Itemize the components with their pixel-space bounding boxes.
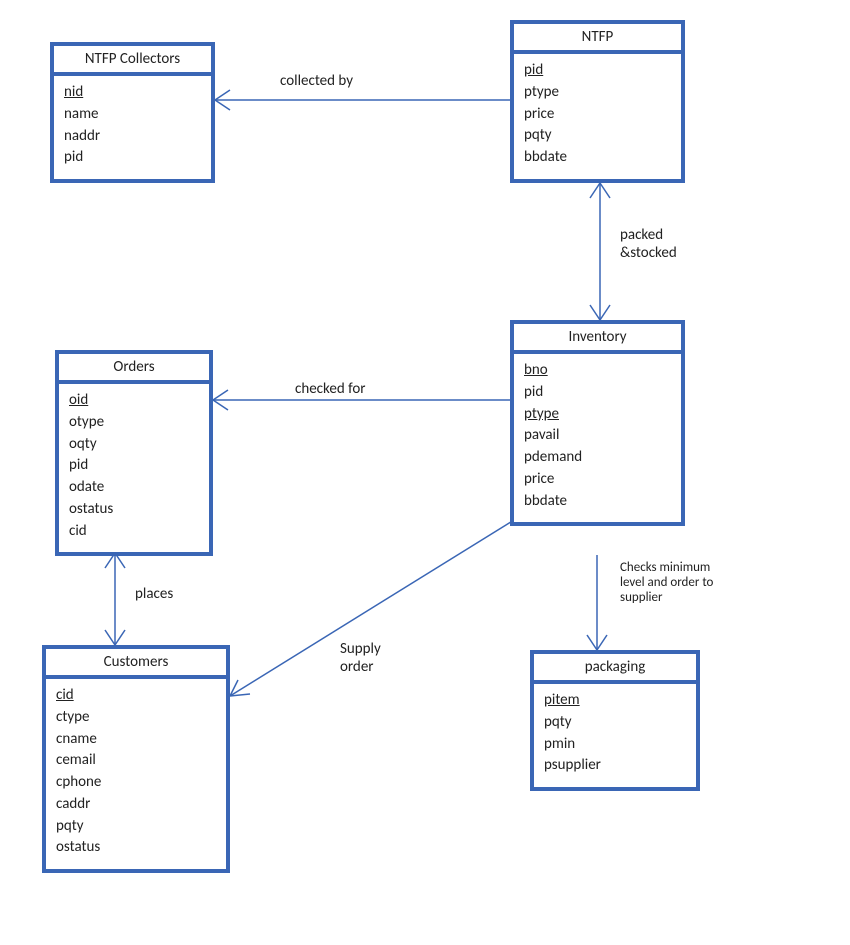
rel-checks-min: Checks minimum level and order to suppli… <box>620 560 713 605</box>
attr: caddr <box>56 794 216 816</box>
attr: naddr <box>64 126 201 148</box>
attr: odate <box>69 477 199 499</box>
entity-packaging: packaging pitem pqty pmin psupplier <box>530 650 700 791</box>
attr: price <box>524 104 671 126</box>
entity-ntfp-collectors: NTFP Collectors nid name naddr pid <box>50 42 215 183</box>
rel-supply-order: Supply order <box>340 640 381 676</box>
rel-places: places <box>135 585 173 603</box>
attr: ostatus <box>56 837 216 859</box>
er-diagram-canvas: collected by packed &stocked checked for… <box>0 0 850 945</box>
attr: pid <box>69 455 199 477</box>
entity-attrs: pitem pqty pmin psupplier <box>534 684 696 787</box>
entity-title: Inventory <box>514 324 681 354</box>
attr: bbdate <box>524 491 671 513</box>
entity-title: Customers <box>46 649 226 679</box>
attr: oqty <box>69 434 199 456</box>
entity-customers: Customers cid ctype cname cemail cphone … <box>42 645 230 873</box>
attr: pqty <box>56 816 216 838</box>
entity-title: NTFP <box>514 24 681 54</box>
rel-checked-for: checked for <box>295 380 366 398</box>
attr: pid <box>524 382 671 404</box>
entity-attrs: nid name naddr pid <box>54 76 211 179</box>
entity-attrs: bno pid ptype pavail pdemand price bbdat… <box>514 354 681 522</box>
attr: cphone <box>56 772 216 794</box>
entity-title: NTFP Collectors <box>54 46 211 76</box>
attr: bbdate <box>524 147 671 169</box>
attr: pqty <box>524 125 671 147</box>
attr: ptype <box>524 404 671 426</box>
entity-attrs: pid ptype price pqty bbdate <box>514 54 681 179</box>
attr: name <box>64 104 201 126</box>
attr: cid <box>56 685 216 707</box>
attr: pid <box>524 60 671 82</box>
attr: pdemand <box>524 447 671 469</box>
attr: oid <box>69 390 199 412</box>
entity-inventory: Inventory bno pid ptype pavail pdemand p… <box>510 320 685 526</box>
entity-title: packaging <box>534 654 696 684</box>
attr: pmin <box>544 734 686 756</box>
rel-packed-stocked: packed &stocked <box>620 226 677 262</box>
attr: price <box>524 469 671 491</box>
attr: pitem <box>544 690 686 712</box>
attr: cname <box>56 729 216 751</box>
attr: cid <box>69 521 199 543</box>
attr: ctype <box>56 707 216 729</box>
attr: ptype <box>524 82 671 104</box>
entity-orders: Orders oid otype oqty pid odate ostatus … <box>55 350 213 556</box>
attr: psupplier <box>544 755 686 777</box>
attr: nid <box>64 82 201 104</box>
attr: ostatus <box>69 499 199 521</box>
entity-attrs: cid ctype cname cemail cphone caddr pqty… <box>46 679 226 869</box>
attr: cemail <box>56 750 216 772</box>
attr: pqty <box>544 712 686 734</box>
rel-collected-by: collected by <box>280 72 353 90</box>
attr: pid <box>64 147 201 169</box>
entity-attrs: oid otype oqty pid odate ostatus cid <box>59 384 209 552</box>
entity-ntfp: NTFP pid ptype price pqty bbdate <box>510 20 685 183</box>
entity-title: Orders <box>59 354 209 384</box>
attr: pavail <box>524 425 671 447</box>
attr: bno <box>524 360 671 382</box>
attr: otype <box>69 412 199 434</box>
